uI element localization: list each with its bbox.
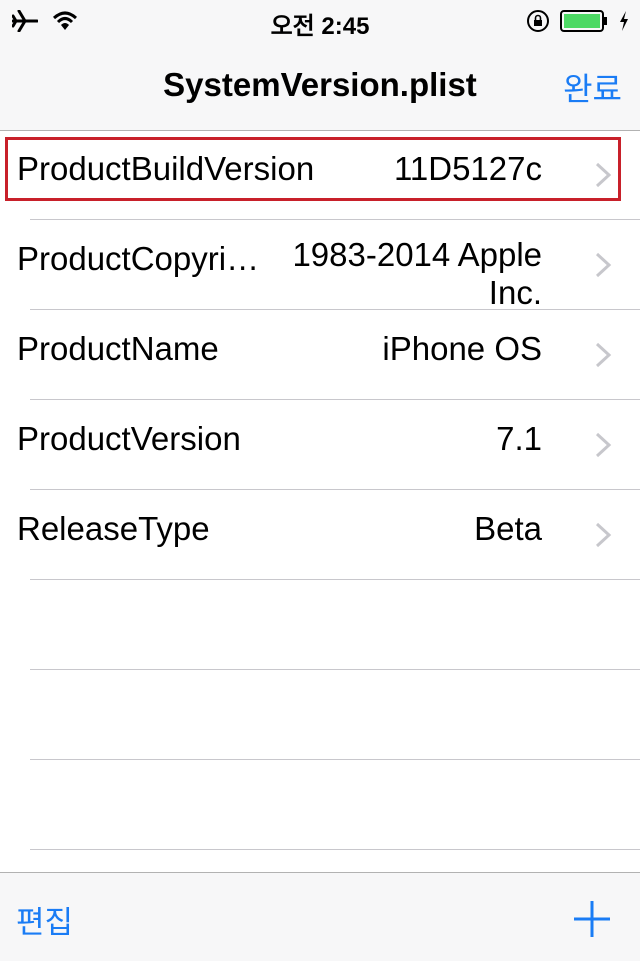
table-row[interactable]: ReleaseType Beta	[0, 490, 640, 580]
chevron-right-icon	[595, 162, 612, 188]
empty-row	[0, 670, 640, 760]
row-value: 11D5127c	[393, 150, 542, 187]
chevron-right-icon	[595, 432, 612, 458]
battery-icon	[560, 10, 607, 32]
page-title: SystemVersion.plist	[163, 66, 477, 103]
status-bar: 오전 2:45	[0, 0, 640, 40]
row-value: iPhone OS	[382, 330, 542, 367]
plus-icon[interactable]	[572, 899, 612, 939]
orientation-lock-icon	[527, 10, 549, 32]
table-row[interactable]: ProductName iPhone OS	[0, 310, 640, 400]
chevron-right-icon	[595, 252, 612, 278]
plist-table: ProductBuildVersion 11D5127c ProductCopy…	[0, 130, 640, 850]
row-key: ProductVersion	[17, 420, 241, 457]
table-row[interactable]: ProductCopyri… 1983-2014 Apple Inc.	[0, 220, 640, 310]
edit-button[interactable]: 편집	[16, 897, 73, 942]
row-value: 1983-2014 Apple Inc.	[292, 236, 542, 308]
top-bar: 오전 2:45 SystemVersion.plist 완료	[0, 0, 640, 131]
row-value: Beta	[474, 510, 542, 547]
chevron-right-icon	[595, 342, 612, 368]
done-button[interactable]: 완료	[563, 64, 622, 110]
charging-bolt-icon	[620, 11, 628, 31]
bottom-toolbar: 편집	[0, 872, 640, 961]
chevron-right-icon	[595, 522, 612, 548]
row-value: 7.1	[496, 420, 542, 457]
empty-row	[0, 580, 640, 670]
empty-row	[0, 760, 640, 850]
row-key: ProductBuildVersion	[17, 150, 315, 187]
table-row[interactable]: ProductVersion 7.1	[0, 400, 640, 490]
row-key: ProductName	[17, 330, 219, 367]
row-key: ReleaseType	[17, 510, 210, 547]
row-key: ProductCopyri…	[17, 240, 260, 277]
table-row[interactable]: ProductBuildVersion 11D5127c	[0, 130, 640, 220]
